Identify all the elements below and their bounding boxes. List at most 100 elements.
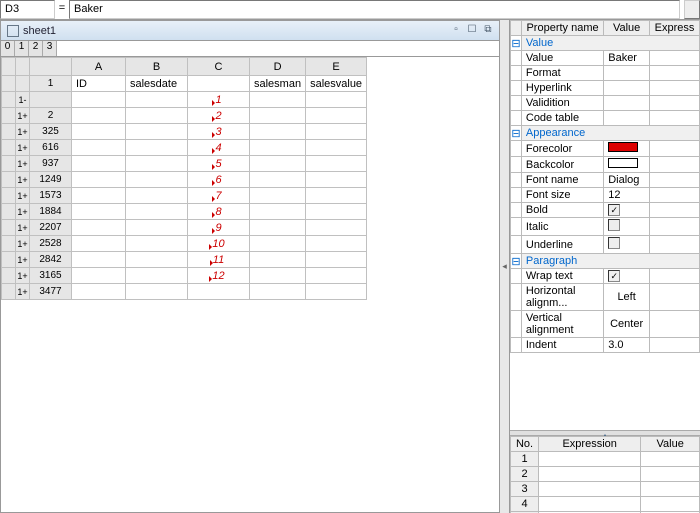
- property-value[interactable]: Left: [604, 284, 650, 311]
- cell[interactable]: 5: [188, 156, 250, 172]
- property-value[interactable]: [604, 81, 650, 96]
- cell[interactable]: [72, 284, 126, 300]
- column-header[interactable]: D: [250, 58, 306, 76]
- row-header[interactable]: 616: [30, 140, 72, 156]
- column-header[interactable]: B: [126, 58, 188, 76]
- outline-level-3[interactable]: 3: [43, 41, 57, 56]
- cell[interactable]: [126, 252, 188, 268]
- expression-cell[interactable]: [539, 482, 641, 497]
- property-value[interactable]: [604, 96, 650, 111]
- cell[interactable]: [306, 204, 367, 220]
- cell-reference-input[interactable]: D3: [0, 0, 55, 19]
- cell[interactable]: [72, 188, 126, 204]
- row-header[interactable]: 1884: [30, 204, 72, 220]
- row-header[interactable]: 3165: [30, 268, 72, 284]
- outline-toggle[interactable]: 1+: [16, 236, 30, 252]
- expression-cell[interactable]: [539, 467, 641, 482]
- cell[interactable]: [306, 220, 367, 236]
- outline-toggle[interactable]: 1+: [16, 284, 30, 300]
- cell[interactable]: [306, 140, 367, 156]
- property-expression[interactable]: [650, 141, 700, 157]
- expression-value-cell[interactable]: [641, 452, 700, 467]
- property-value[interactable]: [604, 66, 650, 81]
- outline-toggle[interactable]: 1+: [16, 172, 30, 188]
- property-expression[interactable]: [650, 96, 700, 111]
- outline-toggle[interactable]: 1+: [16, 268, 30, 284]
- cell[interactable]: [126, 92, 188, 108]
- cell[interactable]: [72, 140, 126, 156]
- property-expression[interactable]: [650, 338, 700, 353]
- cell[interactable]: [250, 252, 306, 268]
- maximize-icon[interactable]: ☐: [465, 24, 479, 38]
- cell[interactable]: [250, 236, 306, 252]
- cell[interactable]: [306, 124, 367, 140]
- cell[interactable]: [306, 236, 367, 252]
- cell[interactable]: 11: [188, 252, 250, 268]
- property-value[interactable]: Center: [604, 311, 650, 338]
- cell[interactable]: [72, 124, 126, 140]
- cell[interactable]: [126, 108, 188, 124]
- row-header[interactable]: 1573: [30, 188, 72, 204]
- cell[interactable]: 2: [188, 108, 250, 124]
- property-expression[interactable]: [650, 51, 700, 66]
- outline-level-2[interactable]: 2: [29, 41, 43, 56]
- cell[interactable]: [250, 268, 306, 284]
- property-expression[interactable]: [650, 157, 700, 173]
- cell[interactable]: [72, 236, 126, 252]
- property-expression[interactable]: [650, 111, 700, 126]
- property-value[interactable]: [604, 236, 650, 254]
- row-header[interactable]: 2: [30, 108, 72, 124]
- cell[interactable]: [250, 172, 306, 188]
- cell[interactable]: [250, 92, 306, 108]
- cell[interactable]: [126, 284, 188, 300]
- property-value[interactable]: [604, 141, 650, 157]
- cell[interactable]: [250, 284, 306, 300]
- minimize-icon[interactable]: ▫: [449, 24, 463, 38]
- property-expression[interactable]: [650, 218, 700, 236]
- collapse-icon[interactable]: ⊟: [511, 36, 522, 51]
- cell[interactable]: [250, 140, 306, 156]
- cell[interactable]: [72, 92, 126, 108]
- cell[interactable]: [72, 204, 126, 220]
- checkbox[interactable]: [608, 237, 620, 249]
- cell[interactable]: [126, 156, 188, 172]
- outline-level-0[interactable]: 0: [1, 41, 15, 56]
- property-expression[interactable]: [650, 66, 700, 81]
- outline-toggle[interactable]: 1+: [16, 124, 30, 140]
- expression-value-cell[interactable]: [641, 482, 700, 497]
- cell[interactable]: [126, 172, 188, 188]
- cell[interactable]: [250, 204, 306, 220]
- spreadsheet-grid[interactable]: ABCDE 1IDsalesdatesalesmansalesvalue1-11…: [1, 57, 367, 300]
- formula-input[interactable]: Baker: [69, 0, 680, 19]
- splitter-vertical[interactable]: ◂: [500, 20, 510, 513]
- expression-cell[interactable]: [539, 497, 641, 512]
- formula-end-button[interactable]: [684, 0, 700, 19]
- cell[interactable]: [306, 252, 367, 268]
- cell[interactable]: [306, 188, 367, 204]
- cell[interactable]: [126, 124, 188, 140]
- color-swatch[interactable]: [608, 142, 638, 152]
- cell[interactable]: [306, 92, 367, 108]
- property-value[interactable]: [604, 157, 650, 173]
- property-expression[interactable]: [650, 173, 700, 188]
- cell[interactable]: [306, 172, 367, 188]
- row-header[interactable]: 325: [30, 124, 72, 140]
- cell[interactable]: [250, 124, 306, 140]
- row-header[interactable]: 2528: [30, 236, 72, 252]
- property-expression[interactable]: [650, 284, 700, 311]
- cell[interactable]: [126, 140, 188, 156]
- property-expression[interactable]: [650, 311, 700, 338]
- color-swatch[interactable]: [608, 158, 638, 168]
- property-value[interactable]: 12: [604, 188, 650, 203]
- property-value[interactable]: 3.0: [604, 338, 650, 353]
- cell[interactable]: [126, 220, 188, 236]
- checkbox[interactable]: [608, 219, 620, 231]
- column-header[interactable]: E: [306, 58, 367, 76]
- cell[interactable]: [188, 76, 250, 92]
- checkbox[interactable]: ✓: [608, 204, 620, 216]
- cell[interactable]: 3: [188, 124, 250, 140]
- cell[interactable]: 8: [188, 204, 250, 220]
- cell[interactable]: [250, 156, 306, 172]
- cell[interactable]: [72, 108, 126, 124]
- property-expression[interactable]: [650, 81, 700, 96]
